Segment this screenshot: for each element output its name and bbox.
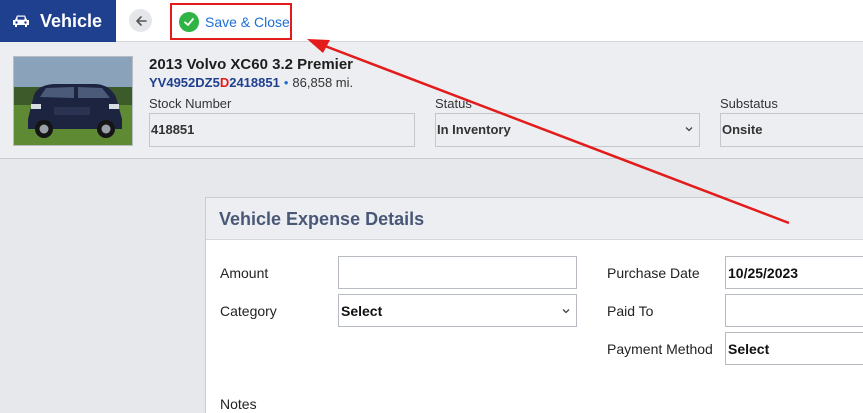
vehicle-name: 2013 Volvo XC60 3.2 Premier xyxy=(149,56,354,73)
vehicle-meta: YV4952DZ5D2418851 • 86,858 mi. xyxy=(149,75,353,90)
stock-number-value: 418851 xyxy=(151,122,195,137)
vehicle-mileage: 86,858 mi. xyxy=(292,75,354,90)
payment-method-value: Select xyxy=(728,341,770,357)
vin-highlight: D xyxy=(219,75,230,90)
arrow-left-icon xyxy=(135,15,147,26)
dialog-title: Vehicle Expense Details xyxy=(219,209,425,229)
vin-part-2: 2418851 xyxy=(229,75,280,90)
app-title: Vehicle xyxy=(40,10,103,31)
vehicle-expense-dialog: Vehicle Expense Details Amount Category … xyxy=(205,197,863,413)
back-button[interactable] xyxy=(129,9,152,32)
category-label: Category xyxy=(220,303,277,319)
paid-to-input[interactable] xyxy=(725,294,863,327)
category-value: Select xyxy=(341,303,383,319)
meta-separator: • xyxy=(283,75,289,90)
status-select[interactable]: In Inventory xyxy=(435,113,700,147)
amount-input[interactable] xyxy=(338,256,577,289)
notes-label: Notes xyxy=(220,396,257,412)
vehicle-vin[interactable]: YV4952DZ5D2418851 xyxy=(149,75,280,90)
substatus-label: Substatus xyxy=(720,96,778,111)
payment-method-select[interactable]: Select xyxy=(725,332,863,365)
check-circle-icon xyxy=(179,11,199,32)
category-select[interactable]: Select xyxy=(338,294,577,327)
save-close-label: Save & Close xyxy=(205,13,290,30)
purchase-date-value: 10/25/2023 xyxy=(728,265,799,281)
car-icon xyxy=(13,15,29,27)
app-brand: Vehicle xyxy=(0,0,116,42)
payment-method-label: Payment Method xyxy=(607,341,713,357)
amount-label: Amount xyxy=(220,265,269,281)
substatus-value: Onsite xyxy=(722,122,763,137)
vin-part-1: YV4952DZ5 xyxy=(149,75,220,90)
vehicle-summary: 2013 Volvo XC60 3.2 Premier YV4952DZ5D24… xyxy=(0,42,863,159)
chevron-down-icon xyxy=(685,127,693,132)
status-value: In Inventory xyxy=(437,122,511,137)
substatus-select[interactable]: Onsite xyxy=(720,113,863,147)
paid-to-label: Paid To xyxy=(607,303,654,319)
status-label: Status xyxy=(435,96,472,111)
dialog-header: Vehicle Expense Details xyxy=(206,198,863,240)
chevron-down-icon xyxy=(562,309,570,314)
stock-number-field[interactable]: 418851 xyxy=(149,113,415,147)
stock-number-label: Stock Number xyxy=(149,96,232,111)
vehicle-photo xyxy=(13,56,133,146)
save-close-button[interactable]: Save & Close xyxy=(170,3,292,40)
purchase-date-input[interactable]: 10/25/2023 xyxy=(725,256,863,289)
top-toolbar: Vehicle Save & Close xyxy=(0,0,863,42)
purchase-date-label: Purchase Date xyxy=(607,265,700,281)
